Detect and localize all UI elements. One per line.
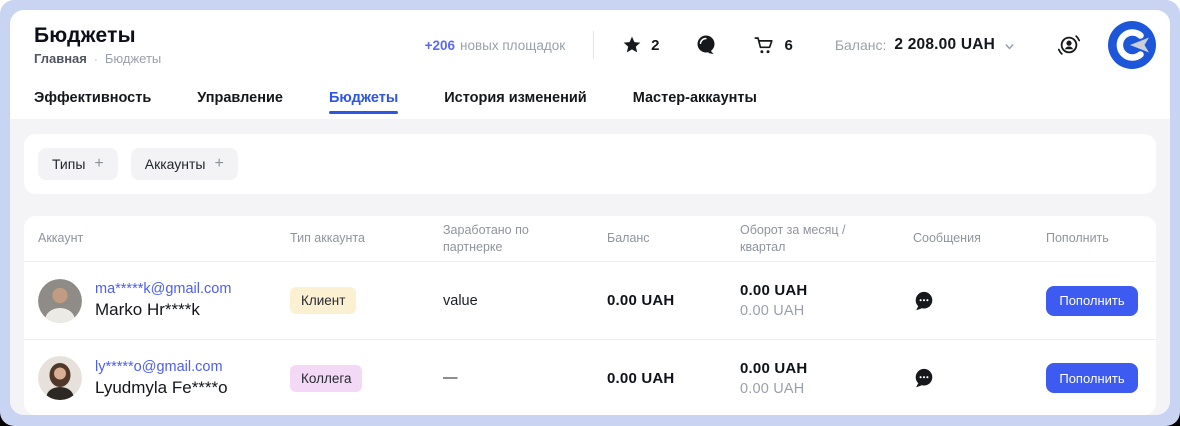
account-name: Marko Hr****k [95, 300, 231, 320]
cart-count: 6 [784, 37, 792, 54]
tab-change-history[interactable]: История изменений [444, 82, 586, 119]
tab-master-accounts[interactable]: Мастер-аккаунты [633, 82, 757, 119]
title-block: Бюджеты Главная · Бюджеты [34, 24, 161, 66]
accounts-table-card: Аккаунт Тип аккаунта Заработано по партн… [24, 216, 1156, 415]
account-name: Lyudmyla Fe****o [95, 378, 228, 398]
account-email-link[interactable]: ma*****k@gmail.com [95, 281, 231, 297]
favorites-count: 2 [651, 37, 659, 54]
column-header-topup: Пополнить [1046, 230, 1142, 247]
account-type-cell: Клиент [290, 287, 443, 314]
user-broadcast-icon [1056, 32, 1082, 58]
earned-cell: — [443, 370, 607, 386]
cart-counter[interactable]: 6 [753, 34, 792, 56]
column-header-earned: Заработано по партнерке [443, 222, 607, 256]
account-identity: ma*****k@gmail.com Marko Hr****k [95, 281, 231, 320]
plus-icon: + [94, 155, 103, 173]
new-sites-count: +206 [425, 38, 455, 53]
tab-bar: Эффективность Управление Бюджеты История… [10, 80, 1170, 119]
breadcrumb-home-link[interactable]: Главная [34, 51, 87, 66]
logo-icon [1108, 21, 1156, 69]
avatar [38, 279, 82, 323]
chat-bubble-dots-icon [913, 367, 935, 389]
shopping-cart-icon [753, 34, 775, 56]
balance-cell: 0.00 UAH [607, 370, 740, 387]
plus-icon: + [214, 155, 223, 173]
account-type-badge: Коллега [290, 365, 362, 392]
balance-label: Баланс: [835, 37, 887, 53]
turnover-month: 0.00 UAH [740, 360, 913, 377]
avatar [38, 356, 82, 400]
tab-management[interactable]: Управление [197, 82, 283, 119]
messages-cell [913, 290, 1046, 312]
account-identity: ly*****o@gmail.com Lyudmyla Fe****o [95, 359, 228, 398]
new-sites-label: новых площадок [460, 38, 565, 53]
topup-button[interactable]: Пополнить [1046, 286, 1138, 316]
table-header-row: Аккаунт Тип аккаунта Заработано по партн… [24, 216, 1156, 262]
header-right: +206 новых площадок 2 [425, 21, 1156, 69]
star-icon [622, 35, 642, 55]
column-header-account: Аккаунт [38, 230, 290, 247]
main-section: Типы + Аккаунты + Аккаунт Тип аккаунта З… [10, 119, 1170, 415]
account-type-badge: Клиент [290, 287, 356, 314]
turnover-month: 0.00 UAH [740, 282, 913, 299]
chat-bubble-icon [695, 34, 717, 56]
page-title: Бюджеты [34, 24, 161, 48]
column-header-messages: Сообщения [913, 230, 1046, 247]
topup-cell: Пополнить [1046, 286, 1142, 316]
new-sites-link[interactable]: +206 новых площадок [425, 38, 566, 53]
turnover-quarter: 0.00 UAH [740, 381, 913, 397]
breadcrumb: Главная · Бюджеты [34, 51, 161, 66]
tab-budgets[interactable]: Бюджеты [329, 82, 398, 119]
turnover-cell: 0.00 UAH 0.00 UAH [740, 360, 913, 397]
page-content: Бюджеты Главная · Бюджеты +206 новых пло… [10, 10, 1170, 415]
messages-button[interactable] [695, 34, 717, 56]
breadcrumb-separator: · [94, 52, 98, 66]
filter-accounts-chip[interactable]: Аккаунты + [131, 148, 238, 180]
column-header-balance: Баланс [607, 230, 740, 247]
earned-cell: value [443, 293, 607, 309]
tab-effectiveness[interactable]: Эффективность [34, 82, 151, 119]
filter-types-chip[interactable]: Типы + [38, 148, 118, 180]
collaborator-logo[interactable] [1108, 21, 1156, 69]
column-header-account-type: Тип аккаунта [290, 230, 443, 247]
top-header: Бюджеты Главная · Бюджеты +206 новых пло… [10, 10, 1170, 80]
column-header-turnover: Оборот за месяц / квартал [740, 222, 913, 256]
topup-cell: Пополнить [1046, 363, 1142, 393]
balance-dropdown[interactable]: Баланс: 2 208.00 UAH [835, 36, 1016, 54]
filters-card: Типы + Аккаунты + [24, 134, 1156, 194]
chat-bubble-dots-icon [913, 290, 935, 312]
balance-cell: 0.00 UAH [607, 292, 740, 309]
turnover-cell: 0.00 UAH 0.00 UAH [740, 282, 913, 319]
account-cell: ma*****k@gmail.com Marko Hr****k [38, 279, 290, 323]
messages-cell [913, 367, 1046, 389]
row-messages-button[interactable] [913, 367, 935, 389]
chevron-down-icon [1003, 40, 1016, 53]
turnover-quarter: 0.00 UAH [740, 303, 913, 319]
header-divider [593, 31, 594, 59]
filter-accounts-label: Аккаунты [145, 156, 206, 172]
row-messages-button[interactable] [913, 290, 935, 312]
account-type-cell: Коллега [290, 365, 443, 392]
app-viewport: Бюджеты Главная · Бюджеты +206 новых пло… [0, 0, 1180, 426]
table-row: ly*****o@gmail.com Lyudmyla Fe****o Колл… [24, 339, 1156, 415]
table-row: ma*****k@gmail.com Marko Hr****k Клиент … [24, 262, 1156, 339]
breadcrumb-current: Бюджеты [105, 51, 161, 66]
balance-amount: 2 208.00 UAH [894, 36, 995, 54]
account-email-link[interactable]: ly*****o@gmail.com [95, 359, 228, 375]
user-activity-button[interactable] [1056, 32, 1082, 58]
favorites-counter[interactable]: 2 [622, 35, 659, 55]
topup-button[interactable]: Пополнить [1046, 363, 1138, 393]
account-cell: ly*****o@gmail.com Lyudmyla Fe****o [38, 356, 290, 400]
filter-types-label: Типы [52, 156, 85, 172]
